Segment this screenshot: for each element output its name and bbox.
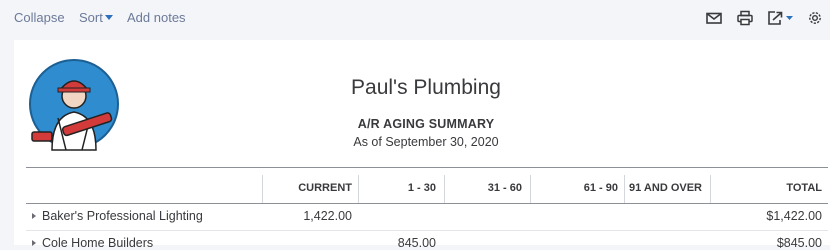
column-divider [358, 175, 359, 203]
customer-row-expander[interactable]: Cole Home Builders [32, 236, 153, 250]
cell-1-30[interactable]: 845.00 [362, 236, 436, 250]
report-toolbar: Collapse Sort Add notes [0, 0, 830, 36]
sort-dropdown[interactable]: Sort [79, 10, 113, 25]
chevron-down-icon [104, 15, 113, 20]
collapse-link[interactable]: Collapse [14, 10, 65, 25]
print-icon[interactable] [736, 9, 754, 32]
report-title: A/R AGING SUMMARY [357, 117, 495, 131]
column-divider [530, 175, 531, 203]
cell-total[interactable]: $1,422.00 [714, 209, 822, 223]
column-header-31-60[interactable]: 31 - 60 [448, 182, 522, 194]
column-divider [262, 175, 263, 203]
column-header-current[interactable]: CURRENT [266, 182, 352, 194]
report-panel: Paul's Plumbing A/R AGING SUMMARY As of … [14, 40, 830, 250]
export-icon[interactable] [766, 9, 796, 32]
gear-icon[interactable] [806, 9, 824, 32]
caret-right-icon [32, 213, 36, 219]
column-divider [710, 175, 711, 203]
column-header-91-and-over[interactable]: 91 AND OVER [614, 182, 702, 194]
add-notes-link[interactable]: Add notes [127, 10, 186, 25]
sort-label: Sort [79, 10, 103, 25]
customer-name: Baker's Professional Lighting [42, 209, 203, 223]
row-divider [26, 230, 828, 231]
header-bottom-rule [26, 203, 828, 204]
cell-total[interactable]: $845.00 [714, 236, 822, 250]
email-icon[interactable] [705, 9, 723, 32]
column-header-61-90[interactable]: 61 - 90 [534, 182, 618, 194]
cell-current[interactable]: 1,422.00 [266, 209, 352, 223]
header-top-rule [26, 167, 828, 168]
customer-name: Cole Home Builders [42, 236, 154, 250]
customer-row-expander[interactable]: Baker's Professional Lighting [32, 209, 203, 223]
column-header-1-30[interactable]: 1 - 30 [362, 182, 436, 194]
column-divider [444, 175, 445, 203]
report-date: As of September 30, 2020 [353, 135, 499, 149]
caret-right-icon [32, 240, 36, 246]
company-name: Paul's Plumbing [351, 76, 501, 99]
column-header-total[interactable]: TOTAL [714, 182, 822, 194]
